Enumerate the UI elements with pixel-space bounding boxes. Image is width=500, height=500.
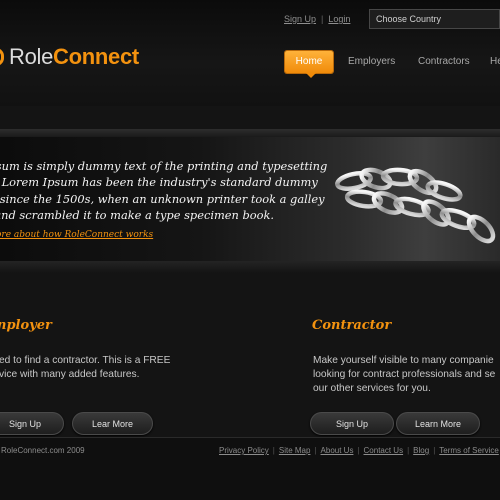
employer-text-line: ed to find a contractor. This is a FREE: [0, 355, 171, 366]
country-select[interactable]: Choose Country: [369, 9, 500, 29]
contractor-signup-button[interactable]: Sign Up: [310, 412, 394, 435]
contractor-text-line: our other services for you.: [313, 383, 431, 394]
banner-line: er since the 1500s, when an unknown prin…: [0, 191, 325, 206]
employer-text: ed to find a contractor. This is a FREE …: [0, 354, 170, 382]
footer-links: Privacy Policy | Site Map | About Us | Contact…: [219, 446, 500, 455]
employer-signup-button[interactable]: Sign Up: [0, 412, 64, 435]
nav-help[interactable]: He: [490, 51, 500, 73]
logo-mark-icon: [0, 48, 4, 66]
separator: |: [357, 446, 360, 455]
separator: |: [407, 446, 410, 455]
employer-text-line: vice with many added features.: [0, 369, 140, 380]
banner-text: Ipsum is simply dummy text of the printi…: [0, 158, 334, 224]
separator: |: [321, 14, 324, 24]
logo[interactable]: RoleConnect: [0, 44, 139, 72]
contractor-title: Contractor: [312, 318, 392, 333]
contractor-learn-more-button[interactable]: Learn More: [396, 412, 480, 435]
employer-title: nployer: [0, 318, 52, 333]
separator: |: [272, 446, 275, 455]
employer-learn-more-button[interactable]: Lear More: [72, 412, 153, 435]
footer-link-blog[interactable]: Blog: [413, 446, 429, 455]
banner-line: ry. Lorem Ipsum has been the industry's …: [0, 175, 318, 190]
copyright: RoleConnect.com 2009: [1, 446, 85, 455]
contractor-text: Make yourself visible to many companie l…: [313, 354, 495, 396]
contractor-text-line: looking for contract professionals and s…: [313, 369, 496, 380]
logo-text-role: Role: [9, 44, 54, 69]
hero-banner: Ipsum is simply dummy text of the printi…: [0, 137, 500, 261]
nav-contractors[interactable]: Contractors: [418, 51, 470, 73]
signup-link[interactable]: Sign Up: [284, 14, 316, 24]
contractor-text-line: Make yourself visible to many companie: [313, 355, 494, 366]
nav-employers[interactable]: Employers: [348, 51, 395, 73]
chain-image: [335, 167, 496, 244]
separator: |: [314, 446, 317, 455]
footer-link-about[interactable]: About Us: [321, 446, 354, 455]
banner-bottom-bar: [0, 261, 500, 273]
banner-line: Ipsum is simply dummy text of the printi…: [0, 159, 328, 173]
separator: |: [433, 446, 436, 455]
banner-top-bar: [0, 129, 500, 137]
logo-text-connect: Connect: [53, 44, 139, 69]
footer-link-terms[interactable]: Terms of Service: [439, 446, 499, 455]
top-links: Sign Up | Login: [284, 14, 350, 24]
footer-link-contact[interactable]: Contact Us: [364, 446, 404, 455]
nav-home[interactable]: Home: [285, 51, 333, 78]
banner-line: e and scrambled it to make a type specim…: [0, 208, 275, 223]
learn-about-link[interactable]: ore about how RoleConnect works: [0, 230, 153, 240]
login-link[interactable]: Login: [328, 14, 350, 24]
footer-link-privacy[interactable]: Privacy Policy: [219, 446, 269, 455]
footer-link-sitemap[interactable]: Site Map: [279, 446, 311, 455]
